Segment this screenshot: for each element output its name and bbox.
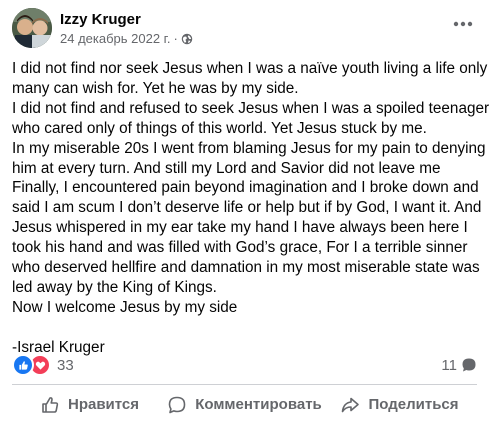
post-date[interactable]: 24 декабрь 2022 г. (60, 31, 170, 46)
share-button[interactable]: Поделиться (322, 388, 477, 421)
post-body-line: Jesus whispered in my ear take my hand I… (12, 219, 468, 237)
comment-icon (168, 396, 186, 413)
post-actions: Нравится Комментировать Поделиться (12, 388, 477, 421)
post-body: I did not find nor seek Jesus when I was… (12, 59, 489, 358)
post-body-line: many can wish for. Yet he was by my side… (12, 79, 299, 97)
post-body-line: led away by the King of Kings. (12, 278, 217, 296)
like-icon (12, 354, 34, 376)
post-body-line: I did not find nor seek Jesus when I was… (12, 60, 488, 77)
author-avatar[interactable] (12, 8, 52, 48)
thumbs-up-icon (42, 396, 59, 413)
post-header: Izzy Kruger 24 декабрь 2022 г. · (12, 8, 477, 50)
more-horizontal-icon (453, 21, 473, 27)
share-label: Поделиться (368, 396, 459, 413)
post-body-line: In my miserable 20s I went from blaming … (12, 139, 486, 157)
post-body-line: who cared only of things of this world. … (12, 119, 427, 137)
globe-icon[interactable] (181, 33, 193, 45)
author-name[interactable]: Izzy Kruger (60, 11, 141, 28)
post-body-line: Now I welcome Jesus by my side (12, 298, 238, 316)
comment-count: 11 (441, 356, 457, 374)
reactions-summary[interactable]: 33 (12, 354, 74, 376)
post-body-line: I did not find and refused to seek Jesus… (12, 99, 489, 117)
share-arrow-icon (342, 397, 360, 412)
post-signature: -Israel Kruger (12, 338, 105, 356)
like-button[interactable]: Нравится (12, 388, 167, 421)
post-body-line: Finally, I encountered pain beyond imagi… (12, 179, 479, 197)
post-body-line: took his hand and was filled with God’s … (12, 239, 468, 257)
post-body-line: said I am scum I don’t deserve life or h… (12, 199, 482, 217)
post-body-line: who deserved hellfire and damnation in m… (12, 259, 480, 277)
post-body-line: him at every turn. And still my Lord and… (12, 159, 441, 177)
comments-summary[interactable]: 11 (441, 355, 477, 375)
comment-button[interactable]: Комментировать (167, 388, 322, 421)
facebook-post: Izzy Kruger 24 декабрь 2022 г. · I did n… (0, 0, 489, 421)
post-meta: 24 декабрь 2022 г. · (60, 31, 193, 46)
reaction-count: 33 (57, 356, 74, 374)
meta-separator: · (173, 31, 178, 46)
comment-bubble-icon (462, 358, 476, 372)
more-options-button[interactable] (449, 10, 477, 38)
comment-label: Комментировать (195, 396, 322, 413)
like-label: Нравится (67, 396, 140, 413)
avatar-photo (12, 8, 52, 48)
actions-divider (12, 384, 477, 385)
